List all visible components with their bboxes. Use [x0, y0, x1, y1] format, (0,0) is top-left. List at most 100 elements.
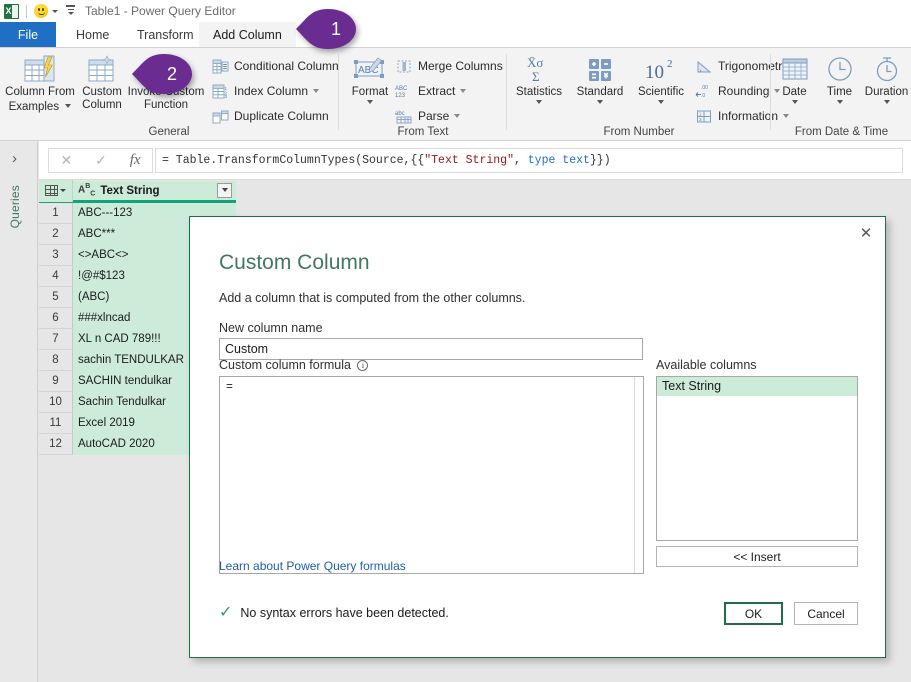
- queries-pane-collapsed[interactable]: › Queries: [0, 141, 38, 682]
- row-number: 6: [39, 307, 73, 329]
- row-number: 10: [39, 391, 73, 413]
- format-button[interactable]: ABC Format: [344, 52, 396, 104]
- close-icon[interactable]: ✕: [855, 223, 877, 243]
- close-icon[interactable]: ✕: [60, 152, 72, 169]
- index-column-icon: 1 2 3: [210, 82, 230, 100]
- format-label: Format: [351, 86, 389, 98]
- row-number: 2: [39, 223, 73, 245]
- information-icon: 1 3: [694, 107, 714, 125]
- row-number: 9: [39, 370, 73, 392]
- smiley-icon[interactable]: [34, 4, 48, 18]
- date-icon: [772, 52, 817, 86]
- formula-scrollbar[interactable]: [634, 377, 643, 573]
- formula-input[interactable]: = Table.TransformColumnTypes(Source,{{"T…: [155, 148, 903, 173]
- column-from-examples-label-line1: Column From: [5, 86, 75, 98]
- chevron-down-icon[interactable]: [52, 9, 58, 13]
- list-item[interactable]: Text String: [657, 377, 857, 396]
- window-title: Table1 - Power Query Editor: [85, 4, 236, 18]
- rounding-button[interactable]: .00 .0 Rounding: [694, 80, 781, 102]
- ribbon-group-divider-1: [338, 54, 339, 130]
- syntax-status-text: No syntax errors have been detected.: [240, 606, 449, 620]
- title-bar: X Table1 - Power Query Editor: [0, 0, 911, 22]
- cancel-button[interactable]: Cancel: [794, 602, 858, 625]
- time-icon: [817, 52, 862, 86]
- index-column-label: Index Column: [234, 84, 309, 98]
- duration-icon: [862, 52, 911, 86]
- column-from-examples-dropdown-arrow[interactable]: [65, 103, 72, 108]
- index-column-dropdown-arrow[interactable]: [313, 89, 320, 93]
- excel-icon: X: [4, 3, 19, 19]
- ribbon-group-from-date-time-label: From Date & Time: [794, 126, 889, 138]
- learn-power-query-formulas-link[interactable]: Learn about Power Query formulas: [219, 559, 406, 573]
- row-number: 8: [39, 349, 73, 371]
- dialog-subtitle: Add a column that is computed from the o…: [219, 291, 526, 305]
- ribbon-group-from-text-label: From Text: [397, 126, 449, 138]
- statistics-dropdown-arrow[interactable]: [536, 99, 542, 104]
- ok-button[interactable]: OK: [724, 602, 783, 625]
- custom-column-button[interactable]: Custom Column: [78, 52, 126, 111]
- available-columns-label: Available columns: [656, 358, 757, 372]
- rounding-icon: .00 .0: [694, 82, 714, 100]
- new-column-name-input[interactable]: Custom: [219, 338, 643, 360]
- scientific-dropdown-arrow[interactable]: [658, 99, 664, 104]
- extract-dropdown-arrow[interactable]: [460, 89, 467, 93]
- chevron-right-icon[interactable]: ›: [12, 151, 17, 166]
- svg-text:10: 10: [645, 62, 664, 83]
- customize-quick-access-toolbar-icon[interactable]: [66, 4, 75, 17]
- row-number: 3: [39, 244, 73, 266]
- conditional-column-button[interactable]: Conditional Column: [210, 55, 339, 77]
- svg-text:X̄σ: X̄σ: [527, 55, 543, 70]
- invoke-custom-function-label-line2: Function: [143, 98, 189, 111]
- svg-text:.0: .0: [701, 93, 705, 99]
- grid-column-header-text-string[interactable]: ABC Text String: [73, 180, 236, 202]
- column-from-examples-button[interactable]: Column From Examples: [2, 52, 78, 113]
- ribbon-group-from-text: ABC Format Merge Columns ABC 123 Extract…: [340, 48, 506, 140]
- callout-badge-2: 2: [130, 52, 194, 96]
- statistics-button[interactable]: X̄σ Σ Statistics: [508, 52, 570, 104]
- tab-transform[interactable]: Transform: [123, 22, 208, 48]
- format-dropdown-arrow[interactable]: [367, 99, 373, 104]
- index-column-button[interactable]: 1 2 3 Index Column: [210, 80, 320, 102]
- tab-add-column[interactable]: Add Column: [199, 22, 296, 48]
- custom-column-label-line1: Custom: [82, 86, 122, 98]
- duration-dropdown-arrow[interactable]: [883, 99, 890, 104]
- duplicate-column-button[interactable]: Duplicate Column: [210, 105, 329, 127]
- custom-column-icon: [78, 52, 126, 86]
- available-columns-list[interactable]: Text String: [656, 376, 858, 541]
- custom-column-formula-label-text: Custom column formula: [219, 358, 351, 372]
- syntax-status: ✓ No syntax errors have been detected.: [219, 605, 449, 621]
- merge-columns-button[interactable]: Merge Columns: [394, 55, 503, 77]
- svg-text:ABC: ABC: [395, 86, 408, 92]
- scientific-icon: 10 2: [630, 52, 692, 86]
- formula-separator: ,: [513, 154, 528, 167]
- grid-column-header-label: Text String: [100, 184, 160, 197]
- filter-dropdown-icon[interactable]: [217, 182, 232, 198]
- power-query-editor-window: X Table1 - Power Query Editor File Home …: [0, 0, 911, 682]
- formula-keyword: type text: [527, 154, 590, 167]
- svg-text:3: 3: [224, 94, 227, 99]
- scientific-button[interactable]: 10 2 Scientific: [630, 52, 692, 104]
- conditional-column-icon: [210, 57, 230, 75]
- tab-home[interactable]: Home: [62, 22, 123, 48]
- formula-suffix: }}): [589, 154, 611, 167]
- callout-badge-1: 1: [294, 7, 358, 51]
- fx-icon[interactable]: fx: [130, 152, 141, 169]
- parse-button[interactable]: abc Parse: [394, 105, 461, 127]
- standard-button[interactable]: Standard: [570, 52, 630, 104]
- time-button[interactable]: Time: [817, 52, 862, 104]
- ribbon-group-divider-2: [506, 54, 507, 130]
- abc-text-type-icon[interactable]: ABC: [78, 183, 95, 197]
- tab-file[interactable]: File: [0, 22, 56, 48]
- info-icon[interactable]: i: [357, 360, 369, 371]
- date-dropdown-arrow[interactable]: [791, 99, 798, 104]
- date-button[interactable]: Date: [772, 52, 817, 104]
- parse-dropdown-arrow[interactable]: [454, 114, 461, 118]
- select-all-table-icon[interactable]: [39, 179, 73, 202]
- duration-button[interactable]: Duration: [862, 52, 911, 104]
- extract-button[interactable]: ABC 123 Extract: [394, 80, 467, 102]
- time-dropdown-arrow[interactable]: [836, 99, 843, 104]
- custom-column-formula-input[interactable]: =: [219, 376, 644, 574]
- standard-dropdown-arrow[interactable]: [597, 99, 603, 104]
- check-icon[interactable]: ✓: [95, 152, 107, 169]
- insert-button[interactable]: << Insert: [656, 546, 858, 567]
